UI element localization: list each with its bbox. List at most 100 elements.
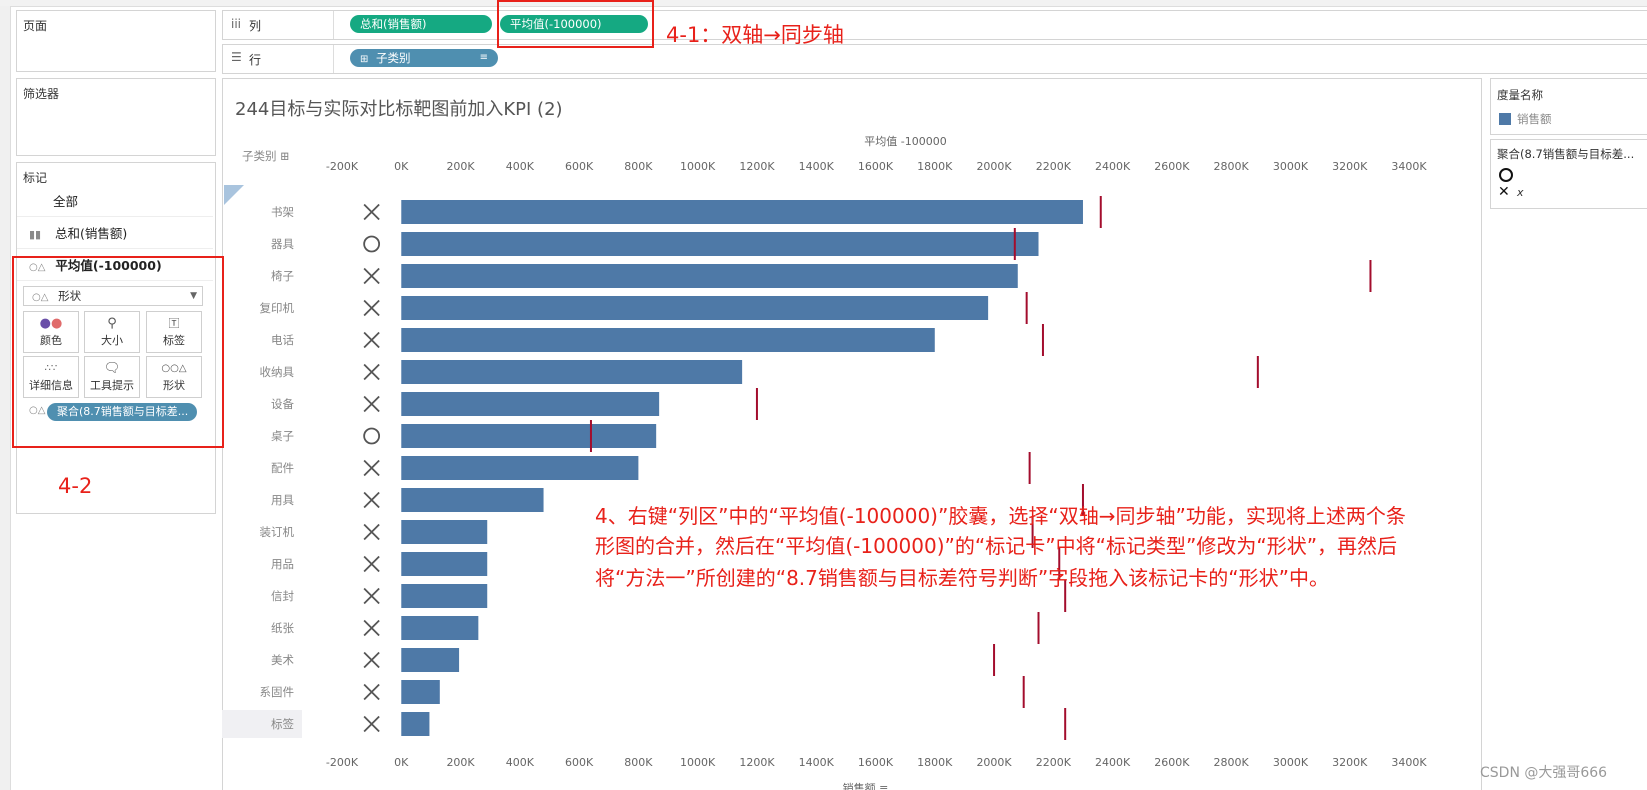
bottom-tick-label: 3200K bbox=[1332, 756, 1368, 769]
sales-bar bbox=[401, 648, 460, 672]
bottom-tick-label: 2600K bbox=[1154, 756, 1190, 769]
sales-bar bbox=[401, 264, 1018, 288]
shape-legend-item-2: x bbox=[1517, 186, 1524, 199]
x-marker bbox=[363, 715, 380, 733]
left-scroll-strip[interactable] bbox=[0, 6, 11, 790]
sales-bar bbox=[401, 200, 1083, 224]
x-marker bbox=[363, 523, 380, 541]
top-tick-label: 200K bbox=[446, 160, 475, 173]
row-pill-subcategory[interactable]: ⊞ 子类别 ≡ bbox=[350, 49, 498, 67]
top-tick-label: 2800K bbox=[1214, 160, 1250, 173]
category-label: 用具 bbox=[271, 493, 294, 507]
x-marker bbox=[363, 299, 380, 317]
top-edge bbox=[0, 0, 1647, 7]
top-tick-label: 3000K bbox=[1273, 160, 1309, 173]
category-label: 美术 bbox=[271, 653, 294, 667]
selection-corner bbox=[224, 185, 244, 205]
annotation-main-line-3: 将“方法一”所创建的“8.7销售额与目标差符号判断”字段拖入该标记卡的“形状”中… bbox=[595, 566, 1329, 590]
x-marker bbox=[363, 331, 380, 349]
column-pill-sum-sales[interactable]: 总和(销售额) bbox=[350, 15, 492, 33]
sales-bar bbox=[401, 680, 440, 704]
bottom-tick-label: -200K bbox=[326, 756, 359, 769]
sort-icon: ≡ bbox=[479, 52, 488, 63]
category-header: 子类别 ⊞ bbox=[242, 149, 290, 163]
column-pill-sum-sales-label: 总和(销售额) bbox=[360, 17, 427, 31]
sales-bar bbox=[401, 296, 989, 320]
bottom-axis-title: 销售额 ≡ bbox=[843, 781, 889, 790]
category-label: 配件 bbox=[271, 461, 294, 475]
category-label: 系固件 bbox=[260, 685, 295, 699]
sales-bar bbox=[401, 584, 488, 608]
sales-bar bbox=[401, 424, 657, 448]
top-tick-label: 1400K bbox=[799, 160, 835, 173]
filters-title: 筛选器 bbox=[23, 87, 60, 101]
x-marker bbox=[363, 587, 380, 605]
bottom-tick-label: 3000K bbox=[1273, 756, 1309, 769]
columns-shelf-divider bbox=[333, 11, 334, 39]
filters-panel[interactable]: 筛选器 bbox=[16, 78, 216, 156]
x-marker bbox=[363, 619, 380, 637]
sales-bar bbox=[401, 520, 488, 544]
pages-panel[interactable]: 页面 bbox=[16, 10, 216, 72]
marks-tab-sum-sales-label: 总和(销售额) bbox=[54, 226, 128, 241]
columns-icon: iii bbox=[231, 17, 242, 31]
top-tick-label: 600K bbox=[565, 160, 594, 173]
measure-names-title: 度量名称 bbox=[1497, 88, 1543, 102]
expand-icon: ⊞ bbox=[360, 54, 369, 65]
category-label: 收纳具 bbox=[260, 365, 295, 379]
top-tick-label: 1200K bbox=[739, 160, 775, 173]
bar-chart-icon: ▮▮ bbox=[29, 228, 42, 241]
legend-color-swatch bbox=[1499, 113, 1511, 125]
annotation-4-2: 4-2 bbox=[58, 474, 93, 498]
top-tick-label: 1600K bbox=[858, 160, 894, 173]
marks-tab-sum-sales[interactable]: ▮▮ 总和(销售额) bbox=[17, 219, 213, 249]
bottom-tick-label: 800K bbox=[624, 756, 653, 769]
bottom-tick-label: 600K bbox=[565, 756, 594, 769]
bottom-tick-label: 1200K bbox=[739, 756, 775, 769]
bottom-tick-label: 2200K bbox=[1036, 756, 1072, 769]
rows-shelf-divider bbox=[333, 45, 334, 73]
legend-item-sales: 销售额 bbox=[1517, 112, 1552, 126]
sales-bar bbox=[401, 392, 660, 416]
shape-legend: 聚合(8.7销售额与目标差... ✕ x bbox=[1490, 139, 1647, 209]
bottom-tick-label: 1600K bbox=[858, 756, 894, 769]
bottom-tick-label: 1400K bbox=[799, 756, 835, 769]
top-tick-label: 3400K bbox=[1391, 160, 1427, 173]
rows-icon: ☰ bbox=[231, 50, 242, 64]
marks-tab-all[interactable]: 全部 bbox=[17, 187, 213, 217]
category-label: 标签 bbox=[271, 717, 294, 731]
sales-bar bbox=[401, 712, 430, 736]
circle-marker bbox=[363, 235, 381, 253]
annotation-box-marks bbox=[12, 256, 224, 448]
category-label: 复印机 bbox=[260, 301, 295, 315]
bottom-tick-label: 1000K bbox=[680, 756, 716, 769]
shape-legend-title: 聚合(8.7销售额与目标差... bbox=[1497, 147, 1635, 161]
x-shape-icon: ✕ bbox=[1498, 184, 1510, 200]
x-marker bbox=[363, 683, 380, 701]
sales-bar bbox=[401, 456, 639, 480]
sales-bar bbox=[401, 616, 479, 640]
marks-title: 标记 bbox=[23, 171, 48, 185]
sales-bar bbox=[401, 360, 743, 384]
x-marker bbox=[363, 267, 380, 285]
bullet-chart: 子类别 ⊞ 平均值 -100000 -200K -200K 0K 0K 200K 200K 40… bbox=[222, 135, 1427, 790]
category-label: 信封 bbox=[271, 589, 294, 603]
pages-title: 页面 bbox=[23, 19, 48, 33]
marks-tab-all-label: 全部 bbox=[53, 194, 79, 209]
watermark: CSDN @大强哥666 bbox=[1480, 765, 1608, 781]
rows-label: 行 bbox=[249, 53, 262, 67]
category-label: 器具 bbox=[271, 237, 294, 251]
category-label: 纸张 bbox=[271, 621, 294, 635]
top-tick-label: 800K bbox=[624, 160, 653, 173]
annotation-box-columns bbox=[497, 0, 654, 48]
x-marker bbox=[363, 459, 380, 477]
annotation-main-line-1: 4、右键“列区”中的“平均值(-100000)”胶囊，选择“双轴→同步轴”功能，… bbox=[595, 504, 1406, 528]
category-label: 设备 bbox=[271, 397, 294, 411]
sales-bar bbox=[401, 328, 935, 352]
sales-bar bbox=[401, 488, 544, 512]
bottom-tick-label: 2400K bbox=[1095, 756, 1131, 769]
category-label: 书架 bbox=[271, 205, 294, 219]
bottom-tick-label: 400K bbox=[506, 756, 535, 769]
bottom-tick-label: 2000K bbox=[976, 756, 1012, 769]
x-marker bbox=[363, 203, 380, 221]
